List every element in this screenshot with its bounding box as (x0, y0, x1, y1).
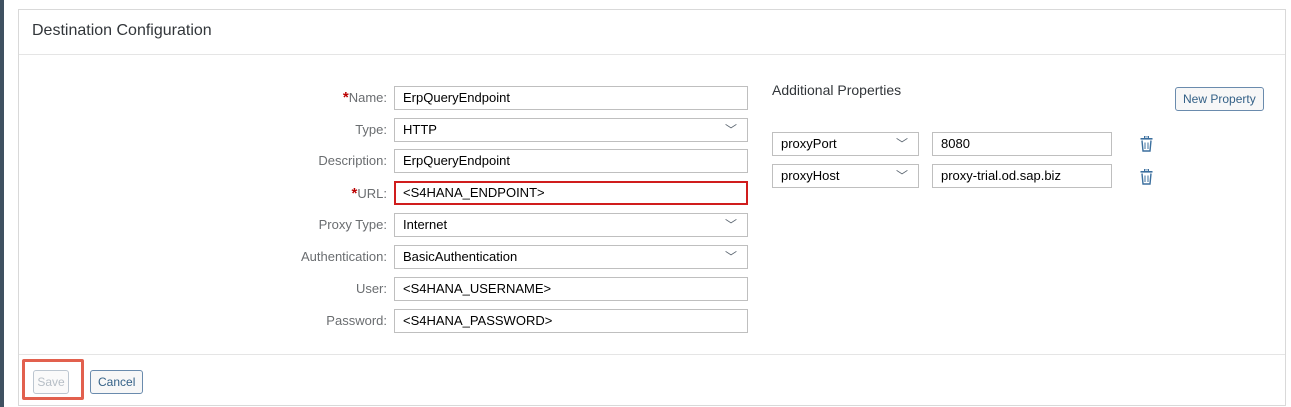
proxy-type-label: Proxy Type: (318, 217, 387, 232)
authentication-select[interactable]: BasicAuthentication ﹀ (394, 245, 748, 269)
url-label: *URL: (351, 185, 387, 202)
name-input[interactable]: ErpQueryEndpoint (394, 86, 748, 110)
chevron-down-icon: ﹀ (724, 250, 737, 264)
property-value-input[interactable]: proxy-trial.od.sap.biz (932, 164, 1112, 188)
left-edge-bar (0, 0, 4, 407)
destination-config-panel: Destination Configuration *Name: ErpQuer… (18, 9, 1286, 406)
save-button[interactable]: Save (33, 370, 69, 394)
proxy-type-select[interactable]: Internet ﹀ (394, 213, 748, 237)
type-select[interactable]: HTTP ﹀ (394, 118, 748, 142)
user-label: User: (355, 281, 387, 296)
new-property-button[interactable]: New Property (1175, 87, 1264, 111)
chevron-down-icon: ﹀ (724, 123, 737, 137)
chevron-down-icon: ﹀ (895, 169, 908, 183)
type-label: Type: (355, 122, 387, 137)
description-label: Description: (318, 153, 387, 168)
user-input[interactable]: <S4HANA_USERNAME> (394, 277, 748, 301)
panel-title: Destination Configuration (32, 22, 212, 39)
chevron-down-icon: ﹀ (895, 137, 908, 151)
panel-header: Destination Configuration (19, 10, 1285, 55)
property-value-input[interactable]: 8080 (932, 132, 1112, 156)
additional-properties-title: Additional Properties (772, 82, 902, 98)
property-key-select[interactable]: proxyHost ﹀ (772, 164, 919, 188)
description-input[interactable]: ErpQueryEndpoint (394, 149, 748, 173)
authentication-label: Authentication: (300, 249, 387, 264)
password-label: Password: (326, 313, 387, 328)
password-input[interactable]: <S4HANA_PASSWORD> (394, 309, 748, 333)
footer-divider (19, 354, 1285, 355)
cancel-button[interactable]: Cancel (90, 370, 144, 394)
trash-icon[interactable] (1140, 169, 1153, 185)
trash-icon[interactable] (1140, 136, 1153, 152)
url-input[interactable]: <S4HANA_ENDPOINT> (394, 181, 748, 205)
name-label: *Name: (342, 89, 387, 106)
property-key-select[interactable]: proxyPort ﹀ (772, 132, 919, 156)
chevron-down-icon: ﹀ (724, 218, 737, 232)
